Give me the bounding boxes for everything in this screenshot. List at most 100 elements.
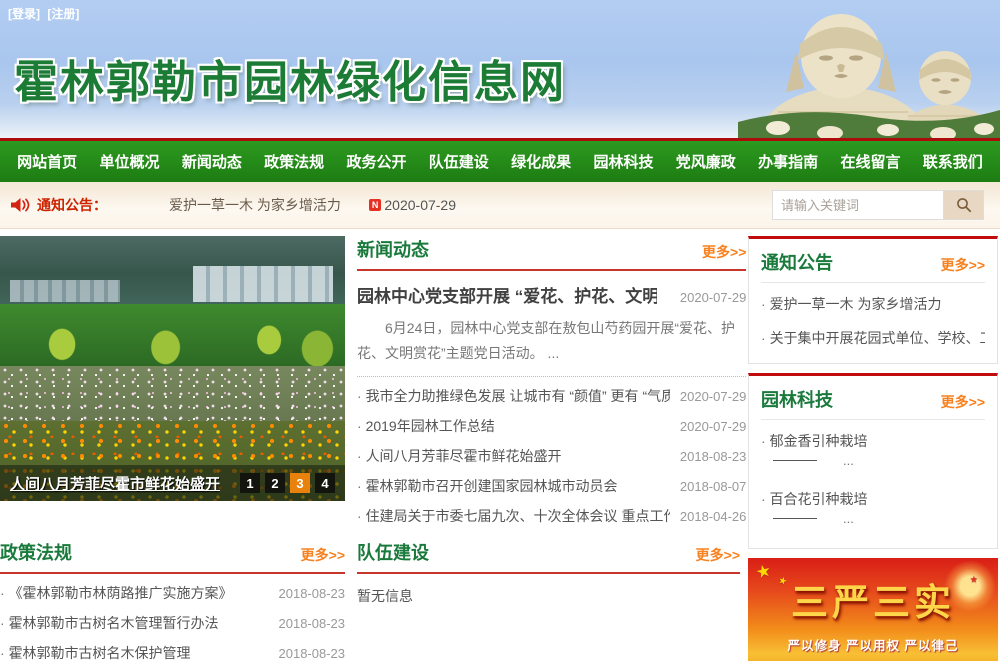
policy-list-item: 霍林郭勒市古树名木管理暂行办法 2018-08-23	[0, 608, 345, 638]
featured-news: 园林中心党支部开展 “爱花、护花、文明... 2020-07-29 6月24日，…	[357, 271, 746, 377]
slider-page-button[interactable]: 2	[265, 473, 285, 493]
news-list-item: 2019年园林工作总结 2020-07-29	[357, 411, 746, 441]
team-section-title: 队伍建设	[357, 539, 429, 565]
news-list: 我市全力助推绿色发展 让城市有 “颜值” 更有 “气质” 2020-07-29 …	[357, 381, 746, 531]
ellipsis-text: ...	[843, 511, 854, 526]
nav-item-gov-affairs[interactable]: 政务公开	[346, 154, 406, 171]
policy-section-title: 政策法规	[0, 539, 72, 565]
garden-tech-subline: ...	[761, 509, 985, 533]
notice-date: 2020-07-29	[384, 197, 456, 213]
nav-item-service-guide[interactable]: 办事指南	[758, 154, 818, 171]
statue-banner-image	[738, 0, 1000, 138]
policy-list-item: 《霍林郭勒市林荫路推广实施方案》 2018-08-23	[0, 578, 345, 608]
policy-more-link[interactable]: 更多>>	[301, 545, 345, 565]
search-button[interactable]	[944, 190, 984, 220]
garden-tech-item: 郁金香引种栽培 ...	[761, 424, 985, 482]
notice-box-link[interactable]: 爱护一草一木 为家乡增活力	[761, 294, 985, 314]
news-link[interactable]: 2019年园林工作总结	[357, 416, 495, 436]
policy-link[interactable]: 霍林郭勒市古树名木管理暂行办法	[0, 613, 219, 633]
search-icon	[956, 197, 972, 213]
notice-box-link[interactable]: 关于集中开展花园式单位、学校、工厂...	[761, 328, 985, 348]
team-section-header: 队伍建设 更多>>	[357, 539, 740, 574]
banner-line1: 严以修身 严以用权 严以律己	[748, 635, 998, 654]
nav-item-team[interactable]: 队伍建设	[429, 154, 489, 171]
news-date: 2018-04-26	[680, 509, 747, 524]
news-section-header: 新闻动态 更多>>	[357, 236, 746, 271]
news-list-item: 我市全力助推绿色发展 让城市有 “颜值” 更有 “气质” 2020-07-29	[357, 381, 746, 411]
news-link[interactable]: 住建局关于市委七届九次、十次全体会议 重点工作任...	[357, 506, 670, 526]
policy-list-item: 霍林郭勒市古树名木保护管理 2018-08-23	[0, 638, 345, 661]
featured-news-date: 2020-07-29	[680, 290, 747, 305]
notice-box-list: 爱护一草一木 为家乡增活力 关于集中开展花园式单位、学校、工厂...	[761, 287, 985, 355]
news-link[interactable]: 霍林郭勒市召开创建国家园林城市动员会	[357, 476, 618, 496]
garden-tech-box: 园林科技 更多>> 郁金香引种栽培 ... 百合花引种栽培	[748, 373, 998, 549]
main-nav: 网站首页 单位概况 新闻动态 政策法规 政务公开 队伍建设 绿化成果 园林科技 …	[0, 138, 1000, 182]
notice-box-header: 通知公告 更多>>	[761, 249, 985, 283]
nav-item-contact[interactable]: 联系我们	[923, 154, 983, 171]
search-input[interactable]	[772, 190, 944, 220]
nav-item-policy[interactable]: 政策法规	[264, 154, 324, 171]
three-stricts-banner[interactable]: ★ ★ ★ 三严三实 严以修身 严以用权 严以律己 谋事要实 创业要实 做人要实…	[748, 558, 998, 661]
slider-page-button[interactable]: 3	[290, 473, 310, 493]
team-more-link[interactable]: 更多>>	[696, 545, 740, 565]
site-title: 霍林郭勒市园林绿化信息网	[14, 46, 566, 110]
team-section: 队伍建设 更多>> 暂无信息	[357, 539, 740, 661]
photo-slider[interactable]: 人间八月芳菲尽霍市鲜花始盛开 1 2 3 4	[0, 236, 345, 501]
main-content: 人间八月芳菲尽霍市鲜花始盛开 1 2 3 4 新闻动态 更多>>	[0, 229, 1000, 661]
register-link[interactable]: [注册]	[47, 7, 79, 21]
slider-page-button[interactable]: 1	[240, 473, 260, 493]
garden-tech-list: 郁金香引种栽培 ... 百合花引种栽培 ...	[761, 424, 985, 540]
garden-tech-subline: ...	[761, 451, 985, 475]
notice-box-title: 通知公告	[761, 249, 833, 275]
garden-tech-header: 园林科技 更多>>	[761, 386, 985, 420]
login-link[interactable]: [登录]	[8, 7, 40, 21]
policy-date: 2018-08-23	[279, 646, 346, 661]
ellipsis-text: ...	[843, 453, 854, 468]
policy-date: 2018-08-23	[279, 616, 346, 631]
site-header: [登录] [注册] 霍林郭勒市园林绿化信息网	[0, 0, 1000, 138]
news-section: 新闻动态 更多>> 园林中心党支部开展 “爱花、护花、文明... 2020-07…	[357, 236, 748, 531]
news-link[interactable]: 我市全力助推绿色发展 让城市有 “颜值” 更有 “气质”	[357, 386, 670, 406]
page: [登录] [注册] 霍林郭勒市园林绿化信息网	[0, 0, 1000, 661]
slider-page-button[interactable]: 4	[315, 473, 335, 493]
nav-item-garden-tech[interactable]: 园林科技	[593, 154, 653, 171]
notice-box-more-link[interactable]: 更多>>	[941, 255, 985, 275]
slide-caption-link[interactable]: 人间八月芳菲尽霍市鲜花始盛开	[10, 473, 220, 494]
policy-list: 《霍林郭勒市林荫路推广实施方案》 2018-08-23 霍林郭勒市古树名木管理暂…	[0, 578, 345, 661]
policy-link[interactable]: 霍林郭勒市古树名木保护管理	[0, 643, 191, 661]
garden-tech-more-link[interactable]: 更多>>	[941, 392, 985, 412]
right-sidebar: 通知公告 更多>> 爱护一草一木 为家乡增活力 关于集中开展花园式单位、学校、工…	[748, 236, 998, 661]
policy-section: 政策法规 更多>> 《霍林郭勒市林荫路推广实施方案》 2018-08-23 霍林…	[0, 539, 345, 661]
slide-caption-bar: 人间八月芳菲尽霍市鲜花始盛开 1 2 3 4	[0, 465, 345, 501]
login-links: [登录] [注册]	[8, 5, 83, 22]
dash-line	[773, 460, 817, 461]
featured-news-title[interactable]: 园林中心党支部开展 “爱花、护花、文明...	[357, 282, 657, 307]
nav-item-party-conduct[interactable]: 党风廉政	[676, 154, 736, 171]
news-section-title: 新闻动态	[357, 236, 429, 262]
nav-item-news[interactable]: 新闻动态	[182, 154, 242, 171]
notice-box: 通知公告 更多>> 爱护一草一木 为家乡增活力 关于集中开展花园式单位、学校、工…	[748, 236, 998, 364]
notice-box-item: 关于集中开展花园式单位、学校、工厂...	[761, 321, 985, 355]
notice-box-item: 爱护一草一木 为家乡增活力	[761, 287, 985, 321]
featured-news-summary: 6月24日，园林中心党支部在敖包山芍药园开展“爱花、护花、文明赏花”主题党日活动…	[357, 316, 746, 366]
garden-tech-link[interactable]: 郁金香引种栽培	[761, 431, 985, 451]
nav-item-about[interactable]: 单位概况	[99, 154, 159, 171]
dash-line	[773, 518, 817, 519]
notice-scrolling-link[interactable]: 爱护一草一木 为家乡增活力	[169, 195, 341, 215]
nav-item-online-message[interactable]: 在线留言	[840, 154, 900, 171]
news-date: 2018-08-23	[680, 449, 747, 464]
policy-link[interactable]: 《霍林郭勒市林荫路推广实施方案》	[0, 583, 233, 603]
news-list-item: 霍林郭勒市召开创建国家园林城市动员会 2018-08-07	[357, 471, 746, 501]
nav-item-greening-results[interactable]: 绿化成果	[511, 154, 571, 171]
banner-title: 三严三实	[748, 572, 998, 626]
garden-tech-item: 百合花引种栽培 ...	[761, 482, 985, 540]
garden-tech-title: 园林科技	[761, 386, 833, 412]
news-more-link[interactable]: 更多>>	[702, 242, 746, 262]
garden-tech-link[interactable]: 百合花引种栽培	[761, 489, 985, 509]
news-link[interactable]: 人间八月芳菲尽霍市鲜花始盛开	[357, 446, 562, 466]
notice-label: 通知公告：	[37, 195, 107, 215]
nav-item-home[interactable]: 网站首页	[17, 154, 77, 171]
speaker-icon	[10, 197, 30, 213]
policy-section-header: 政策法规 更多>>	[0, 539, 345, 574]
news-list-item: 住建局关于市委七届九次、十次全体会议 重点工作任... 2018-04-26	[357, 501, 746, 531]
